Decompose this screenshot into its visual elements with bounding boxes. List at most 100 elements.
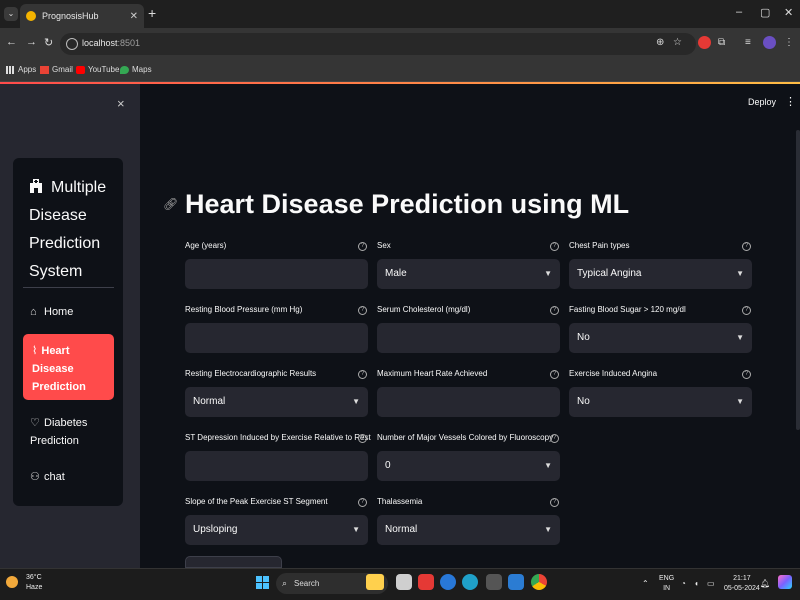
anchor-link-icon[interactable]: 🔗︎ [163, 197, 178, 211]
sidebar-item-heart-disease-prediction[interactable]: ⌇ Heart Disease Prediction [23, 334, 114, 400]
bookmark-star-icon[interactable]: ☆ [673, 37, 682, 48]
browser-tab[interactable]: PrognosisHub ✕ [20, 4, 144, 28]
chevron-down-icon: ▼ [736, 269, 744, 278]
profile-avatar[interactable] [763, 36, 776, 49]
help-icon[interactable]: ? [358, 370, 367, 379]
input-maximum-heart-rate-achieved[interactable] [377, 387, 560, 417]
notification-bell-icon[interactable]: 🔔︎ [760, 579, 770, 588]
field-label-slope-of-the-peak-exercise-st-segment: Slope of the Peak Exercise ST Segment [185, 497, 328, 506]
field-label-number-of-major-vessels-colored-by-fluoroscopy: Number of Major Vessels Colored by Fluor… [377, 433, 554, 442]
file-explorer-icon[interactable] [396, 574, 412, 590]
youtube-icon [76, 65, 85, 74]
wifi-icon[interactable]: ◔ [681, 579, 686, 588]
home-icon: ⌂ [30, 306, 37, 318]
close-window-icon[interactable]: ✕ [784, 6, 793, 19]
input-age-years[interactable] [185, 259, 368, 289]
input-serum-cholesterol-mg-dl[interactable] [377, 323, 560, 353]
forward-icon[interactable]: → [26, 36, 37, 48]
field-label-chest-pain-types: Chest Pain types [569, 241, 630, 250]
browser-menu-icon[interactable]: ⋮ [784, 37, 794, 48]
tab-search-icon[interactable]: ⌄ [4, 7, 18, 21]
chrome-icon[interactable] [531, 574, 547, 590]
field-label-sex: Sex [377, 241, 391, 250]
select-resting-electrocardiographic-results[interactable]: Normal ▼ [185, 387, 368, 417]
main-menu-icon[interactable]: ⋮ [785, 95, 796, 108]
reload-icon[interactable]: ↻ [44, 36, 53, 49]
chevron-down-icon: ▼ [736, 333, 744, 342]
close-sidebar-icon[interactable]: × [117, 96, 125, 111]
heart-outline-icon: ♡ [30, 417, 40, 429]
select-value: Typical Angina [577, 268, 642, 279]
help-icon[interactable]: ? [550, 370, 559, 379]
copilot-icon[interactable] [778, 575, 792, 589]
field-label-resting-electrocardiographic-results: Resting Electrocardiographic Results [185, 369, 317, 378]
select-exercise-induced-angina[interactable]: No ▼ [569, 387, 752, 417]
sidebar-item-diabetes-prediction[interactable]: ♡ Diabetes Prediction [30, 414, 114, 450]
select-value: Normal [385, 524, 418, 535]
select-slope-of-the-peak-exercise-st-segment[interactable]: Upsloping ▼ [185, 515, 368, 545]
select-number-of-major-vessels-colored-by-fluoroscopy[interactable]: 0 ▼ [377, 451, 560, 481]
deploy-button[interactable]: Deploy [748, 97, 776, 107]
extension-icon[interactable] [698, 36, 711, 49]
help-icon[interactable]: ? [358, 434, 367, 443]
widget-app-icon[interactable] [366, 574, 384, 590]
tray-chevron-icon[interactable]: ⌃ [642, 579, 649, 588]
help-icon[interactable]: ? [550, 498, 559, 507]
page-title: Heart Disease Prediction using ML [185, 189, 630, 219]
bookmark-youtube[interactable]: YouTube [76, 65, 119, 74]
field-label-thalassemia: Thalassemia [377, 497, 423, 506]
weather-widget[interactable]: 36°C Haze [6, 573, 42, 593]
help-icon[interactable]: ? [358, 306, 367, 315]
field-label-age-years: Age (years) [185, 241, 227, 250]
new-tab-icon[interactable]: + [148, 5, 156, 21]
bookmark-apps[interactable]: Apps [6, 65, 36, 74]
help-icon[interactable]: ? [358, 242, 367, 251]
volume-icon[interactable]: ◖ [694, 579, 699, 588]
chevron-down-icon: ▼ [544, 461, 552, 470]
tab-title: PrognosisHub [42, 11, 99, 21]
select-thalassemia[interactable]: Normal ▼ [377, 515, 560, 545]
select-value: No [577, 332, 590, 343]
minimize-icon[interactable]: – [736, 6, 742, 18]
sidebar-item-home[interactable]: ⌂ Home [30, 303, 73, 321]
select-chest-pain-types[interactable]: Typical Angina ▼ [569, 259, 752, 289]
extensions-puzzle-icon[interactable]: ⧉ [718, 37, 725, 48]
back-icon[interactable]: ← [6, 36, 17, 48]
youtube-app-icon[interactable] [418, 574, 434, 590]
zoom-icon[interactable]: ⊕ [656, 37, 664, 48]
help-icon[interactable]: ? [358, 498, 367, 507]
input-resting-blood-pressure-mm-hg[interactable] [185, 323, 368, 353]
close-tab-icon[interactable]: ✕ [130, 11, 138, 22]
maximize-icon[interactable]: ▢ [760, 6, 770, 19]
media-icon[interactable]: ≡ [745, 37, 751, 48]
help-icon[interactable]: ? [742, 370, 751, 379]
sidebar-item-chat[interactable]: ⚇ chat [30, 468, 65, 486]
url-text: localhost:8501 [82, 38, 141, 48]
select-sex[interactable]: Male ▼ [377, 259, 560, 289]
site-info-icon[interactable] [66, 38, 78, 50]
scrollbar[interactable] [796, 130, 800, 430]
bookmark-gmail[interactable]: Gmail [40, 65, 73, 74]
app-icon[interactable] [486, 574, 502, 590]
input-st-depression-induced-by-exercise-relative-to-rest[interactable] [185, 451, 368, 481]
select-fasting-blood-sugar-120-mg-dl[interactable]: No ▼ [569, 323, 752, 353]
help-icon[interactable]: ? [550, 242, 559, 251]
start-windows-icon[interactable] [256, 576, 270, 590]
cortana-icon[interactable] [440, 574, 456, 590]
apps-grid-icon [6, 65, 15, 74]
help-icon[interactable]: ? [550, 306, 559, 315]
chevron-down-icon: ▼ [544, 525, 552, 534]
help-icon[interactable]: ? [742, 242, 751, 251]
field-label-maximum-heart-rate-achieved: Maximum Heart Rate Achieved [377, 369, 488, 378]
battery-icon[interactable]: ▭ [707, 579, 715, 588]
clock[interactable]: 21:17 05-05-2024 [724, 574, 760, 594]
edge-icon[interactable] [462, 574, 478, 590]
help-icon[interactable]: ? [742, 306, 751, 315]
submit-button-partial[interactable] [185, 556, 282, 568]
select-value: No [577, 396, 590, 407]
url-field[interactable]: localhost:8501 [60, 33, 696, 55]
vscode-icon[interactable] [508, 574, 524, 590]
bookmark-maps[interactable]: Maps [120, 65, 152, 74]
help-icon[interactable]: ? [550, 434, 559, 443]
language-indicator[interactable]: ENG IN [659, 574, 674, 594]
